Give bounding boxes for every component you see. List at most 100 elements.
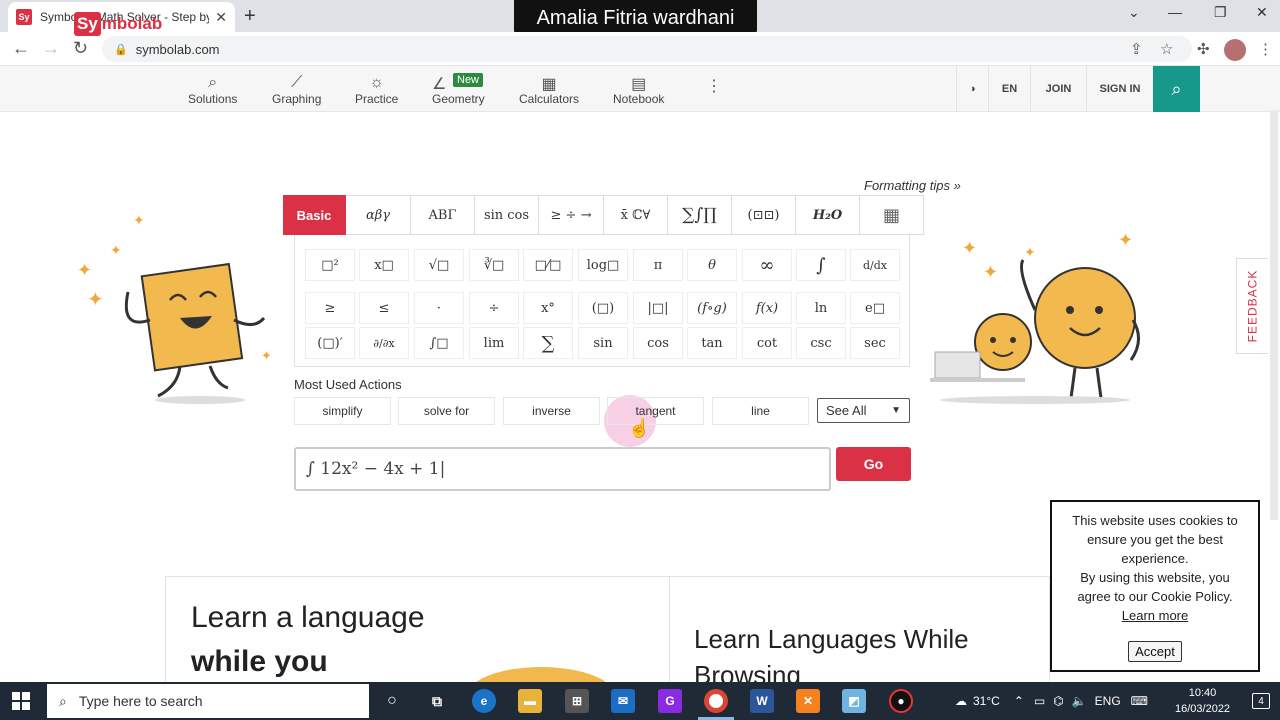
key-exp[interactable]: e□	[850, 292, 900, 324]
key-integral[interactable]: ∫	[796, 249, 846, 281]
line-button[interactable]: line	[712, 397, 809, 425]
key-prime[interactable]: (□)′	[305, 327, 355, 359]
site-search-button[interactable]: ⌕	[1153, 66, 1200, 112]
tab-greek-upper[interactable]: ΑΒΓ	[411, 195, 475, 235]
nav-solutions[interactable]: ⌕ Solutions	[188, 74, 237, 106]
task-view-icon[interactable]: ⧉	[425, 689, 449, 713]
close-window-icon[interactable]: ✕	[1256, 4, 1268, 21]
key-derivative[interactable]: d/dx	[850, 249, 900, 281]
key-pi[interactable]: π	[633, 249, 683, 281]
key-sum[interactable]: ∑	[523, 327, 573, 359]
keyboard-icon[interactable]: ⌨	[1131, 694, 1148, 708]
key-fraction[interactable]: □⁄□	[523, 249, 573, 281]
tab-operators[interactable]: ≥ ÷ →	[539, 195, 604, 235]
key-compose[interactable]: (f∘g)	[687, 292, 737, 324]
symbolab-logo[interactable]: Sy mbolab	[74, 12, 162, 36]
tab-matrix[interactable]: (⊡⊡)	[732, 195, 796, 235]
share-icon[interactable]: ⇪	[1130, 40, 1143, 58]
key-definite-integral[interactable]: ∫□	[414, 327, 464, 359]
close-tab-icon[interactable]: ✕	[215, 9, 227, 26]
sign-in-button[interactable]: SIGN IN	[1086, 66, 1153, 112]
key-square[interactable]: □²	[305, 249, 355, 281]
reload-icon[interactable]: ↻	[73, 38, 88, 59]
minimize-icon[interactable]: —	[1168, 4, 1182, 20]
notes-app-icon[interactable]: ◩	[842, 689, 866, 713]
key-infinity[interactable]: ∞	[742, 249, 792, 281]
store-icon[interactable]: ⊞	[565, 689, 589, 713]
math-expression-input[interactable]: ∫ 12x² − 4x + 1|	[294, 447, 831, 491]
key-sin[interactable]: sin	[578, 327, 628, 359]
key-absolute[interactable]: |□|	[633, 292, 683, 324]
tab-basic[interactable]: Basic	[283, 195, 346, 235]
accept-cookies-button[interactable]: Accept	[1128, 641, 1182, 662]
key-limit[interactable]: lim	[469, 327, 519, 359]
key-geq[interactable]: ≥	[305, 292, 355, 324]
key-csc[interactable]: csc	[796, 327, 846, 359]
tab-chemistry[interactable]: H₂O	[796, 195, 860, 235]
language-button[interactable]: EN	[988, 66, 1030, 112]
go-button[interactable]: Go	[836, 447, 911, 481]
key-leq[interactable]: ≤	[359, 292, 409, 324]
join-button[interactable]: JOIN	[1030, 66, 1086, 112]
feedback-tab[interactable]: FEEDBACK	[1236, 258, 1268, 354]
url-input[interactable]: 🔒 symbolab.com	[102, 36, 1192, 62]
chevron-up-icon[interactable]: ⌃	[1014, 694, 1024, 708]
see-all-dropdown[interactable]: See All ▼	[817, 398, 910, 423]
tab-trig[interactable]: sin cos	[475, 195, 539, 235]
input-language-text[interactable]: ENG	[1095, 694, 1121, 708]
key-cos[interactable]: cos	[633, 327, 683, 359]
forward-arrow-icon[interactable]: →	[42, 38, 60, 59]
ad-banner-right[interactable]: Learn Languages While Browsing	[670, 576, 1050, 686]
extensions-icon[interactable]: ✣	[1197, 40, 1210, 58]
windows-start-icon[interactable]	[12, 692, 30, 710]
temperature-text[interactable]: 31°C	[973, 694, 1000, 708]
key-ln[interactable]: ln	[796, 292, 846, 324]
key-sec[interactable]: sec	[850, 327, 900, 359]
restore-icon[interactable]: ❐	[1214, 4, 1227, 21]
bookmark-star-icon[interactable]: ☆	[1160, 40, 1173, 58]
scrollbar[interactable]	[1270, 110, 1278, 520]
profile-avatar[interactable]	[1224, 39, 1246, 61]
learn-more-link[interactable]: Learn more	[1064, 606, 1246, 625]
nav-graphing[interactable]: ⟋ Graphing	[272, 74, 321, 106]
more-menu-icon[interactable]: ⋮	[706, 76, 722, 96]
key-function[interactable]: f(x)	[742, 292, 792, 324]
tab-calculator-icon[interactable]: ▦	[860, 195, 924, 235]
solve-for-button[interactable]: solve for	[398, 397, 495, 425]
taskbar-search-input[interactable]: ⌕ Type here to search	[47, 684, 369, 718]
key-log[interactable]: log□	[578, 249, 628, 281]
key-sqrt[interactable]: √□	[414, 249, 464, 281]
edge-icon[interactable]: e	[472, 689, 496, 713]
back-arrow-icon[interactable]: ←	[12, 38, 30, 59]
pdf-app-icon[interactable]: G	[658, 689, 682, 713]
mail-icon[interactable]: ✉	[611, 689, 635, 713]
word-icon[interactable]: W	[750, 689, 774, 713]
nav-notebook[interactable]: ▤ Notebook	[613, 74, 664, 106]
key-degree[interactable]: x°	[523, 292, 573, 324]
notifications-icon[interactable]: 4	[1252, 693, 1270, 709]
chrome-icon[interactable]	[704, 689, 728, 713]
taskbar-clock[interactable]: 10:40 16/03/2022	[1175, 685, 1230, 717]
key-cot[interactable]: cot	[742, 327, 792, 359]
key-theta[interactable]: θ	[687, 249, 737, 281]
simplify-button[interactable]: simplify	[294, 397, 391, 425]
tab-calculus[interactable]: ∑∫∏	[668, 195, 732, 235]
recorder-icon[interactable]: ●	[889, 689, 913, 713]
ad-banner-left[interactable]: Learn a language while you	[165, 576, 670, 686]
key-tan[interactable]: tan	[687, 327, 737, 359]
key-parentheses[interactable]: (□)	[578, 292, 628, 324]
nav-practice[interactable]: ☼ Practice	[355, 74, 398, 106]
tab-sets[interactable]: x̄ ℂ∀	[604, 195, 668, 235]
key-power[interactable]: x□	[359, 249, 409, 281]
volume-icon[interactable]: 🔈	[1072, 694, 1087, 708]
inverse-button[interactable]: inverse	[503, 397, 600, 425]
key-nth-root[interactable]: ∛□	[469, 249, 519, 281]
cortana-icon[interactable]: ○	[380, 689, 404, 713]
tab-search-icon[interactable]: ⌄	[1128, 4, 1140, 21]
xampp-icon[interactable]: ✕	[796, 689, 820, 713]
tab-greek-lower[interactable]: αβγ	[346, 195, 411, 235]
network-icon[interactable]: ⌬	[1053, 694, 1063, 708]
file-explorer-icon[interactable]: ▬	[518, 689, 542, 713]
contrast-toggle[interactable]: ◑	[956, 66, 988, 112]
tangent-button[interactable]: tangent	[607, 397, 704, 425]
